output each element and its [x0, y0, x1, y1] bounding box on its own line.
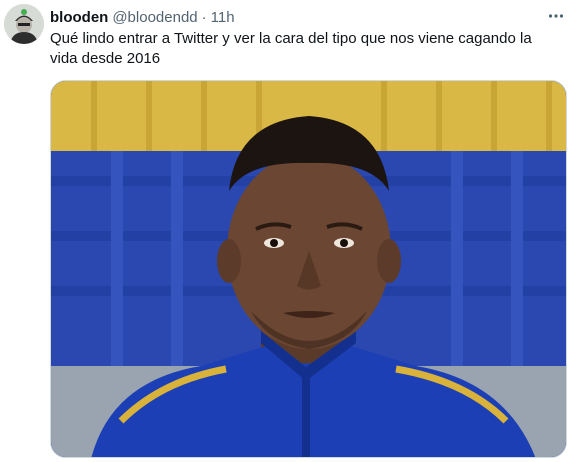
separator-dot: ·	[201, 8, 207, 26]
more-horizontal-icon	[548, 14, 564, 18]
user-handle[interactable]: @bloodendd	[112, 9, 197, 26]
tweet-header: blooden @bloodendd · 11h	[50, 7, 555, 27]
tweet-text: Qué lindo entrar a Twitter y ver la cara…	[50, 30, 532, 67]
photo-image	[51, 81, 566, 457]
tweet-photo[interactable]	[50, 80, 567, 458]
avatar-image	[4, 4, 44, 44]
user-avatar[interactable]	[4, 4, 44, 44]
timestamp[interactable]: 11h	[211, 9, 235, 26]
tweet-card[interactable]: blooden @bloodendd · 11h Qué lindo entra…	[0, 0, 575, 462]
more-options-button[interactable]	[545, 5, 567, 27]
display-name[interactable]: blooden	[50, 9, 108, 26]
